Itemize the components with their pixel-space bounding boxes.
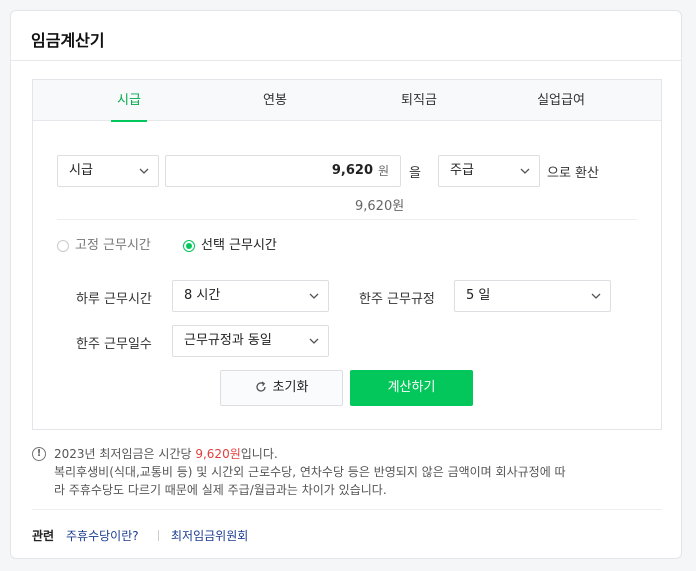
weekly-rule-label: 한주 근무규정 [359, 292, 435, 307]
weekly-rule-select[interactable]: 5 일 [454, 280, 611, 312]
weekly-days-select[interactable]: 근무규정과 동일 [172, 325, 329, 357]
link-separator [158, 530, 159, 541]
reset-label: 초기화 [272, 380, 309, 395]
link-minimum-wage-commission[interactable]: 최저임금위원회 [171, 527, 248, 544]
radio-selected-hours[interactable]: 선택 근무시간 [183, 237, 293, 255]
tab-hourly[interactable]: 시급 [111, 80, 147, 122]
convert-suffix: 으로 환산 [547, 166, 599, 181]
notice-line-3: 라 주휴수당도 다르기 때문에 실제 주급/월급과는 차이가 있습니다. [54, 483, 387, 497]
wage-calculator-card: 임금계산기 시급 연봉 퇴직금 실업급여 시급 9,620 원 을 주급 으로 … [10, 10, 682, 559]
section-divider [57, 219, 637, 220]
from-unit-value: 시급 [69, 163, 93, 178]
radio-selected-label: 선택 근무시간 [201, 238, 277, 253]
to-unit-select[interactable]: 주급 [438, 155, 540, 187]
daily-hours-value: 8 시간 [184, 288, 221, 303]
notice-line-1: 2023년 최저임금은 시간당 9,620원입니다. [54, 447, 278, 461]
amount-readout: 9,620원 [355, 199, 405, 214]
currency-unit: 원 [377, 164, 389, 178]
amount-value: 9,620 [331, 163, 373, 178]
weekly-rule-value: 5 일 [466, 288, 491, 303]
reset-button[interactable]: 초기화 [220, 370, 343, 406]
radio-fixed-label: 고정 근무시간 [75, 238, 151, 253]
chevron-down-icon [309, 338, 319, 344]
to-unit-value: 주급 [450, 163, 474, 178]
chevron-down-icon [591, 293, 601, 299]
from-unit-select[interactable]: 시급 [57, 155, 159, 187]
weekly-days-label: 한주 근무일수 [76, 337, 152, 352]
weekly-days-value: 근무규정과 동일 [184, 333, 272, 348]
radio-circle [57, 240, 69, 252]
tab-unemployment[interactable]: 실업급여 [531, 80, 591, 121]
particle-text: 을 [409, 166, 421, 181]
related-label: 관련 [32, 529, 55, 543]
title-divider [11, 60, 681, 61]
tab-severance[interactable]: 퇴직금 [395, 80, 443, 121]
link-weekly-holiday-pay[interactable]: 주휴수당이란? [66, 527, 139, 544]
tab-bar: 시급 연봉 퇴직금 실업급여 [33, 80, 661, 122]
card-title: 임금계산기 [31, 31, 105, 50]
notice-line-2: 복리후생비(식대,교통비 등) 및 시간외 근로수당, 연차수당 등은 반영되지… [54, 465, 566, 479]
min-wage-highlight: 9,620원 [195, 447, 241, 461]
tab-annual[interactable]: 연봉 [257, 80, 293, 121]
amount-input[interactable]: 9,620 원 [165, 155, 401, 187]
refresh-icon [255, 381, 266, 392]
chevron-down-icon [520, 168, 530, 174]
daily-hours-label: 하루 근무시간 [76, 292, 152, 307]
footer-divider [32, 509, 662, 510]
exclamation-icon: ! [32, 447, 46, 461]
chevron-down-icon [139, 168, 149, 174]
radio-fixed-hours[interactable]: 고정 근무시간 [57, 237, 167, 255]
radio-circle [183, 240, 195, 252]
chevron-down-icon [309, 293, 319, 299]
calculator-panel: 시급 연봉 퇴직금 실업급여 시급 9,620 원 을 주급 으로 환산 9,6… [32, 79, 662, 430]
daily-hours-select[interactable]: 8 시간 [172, 280, 329, 312]
calculate-button[interactable]: 계산하기 [350, 370, 473, 406]
